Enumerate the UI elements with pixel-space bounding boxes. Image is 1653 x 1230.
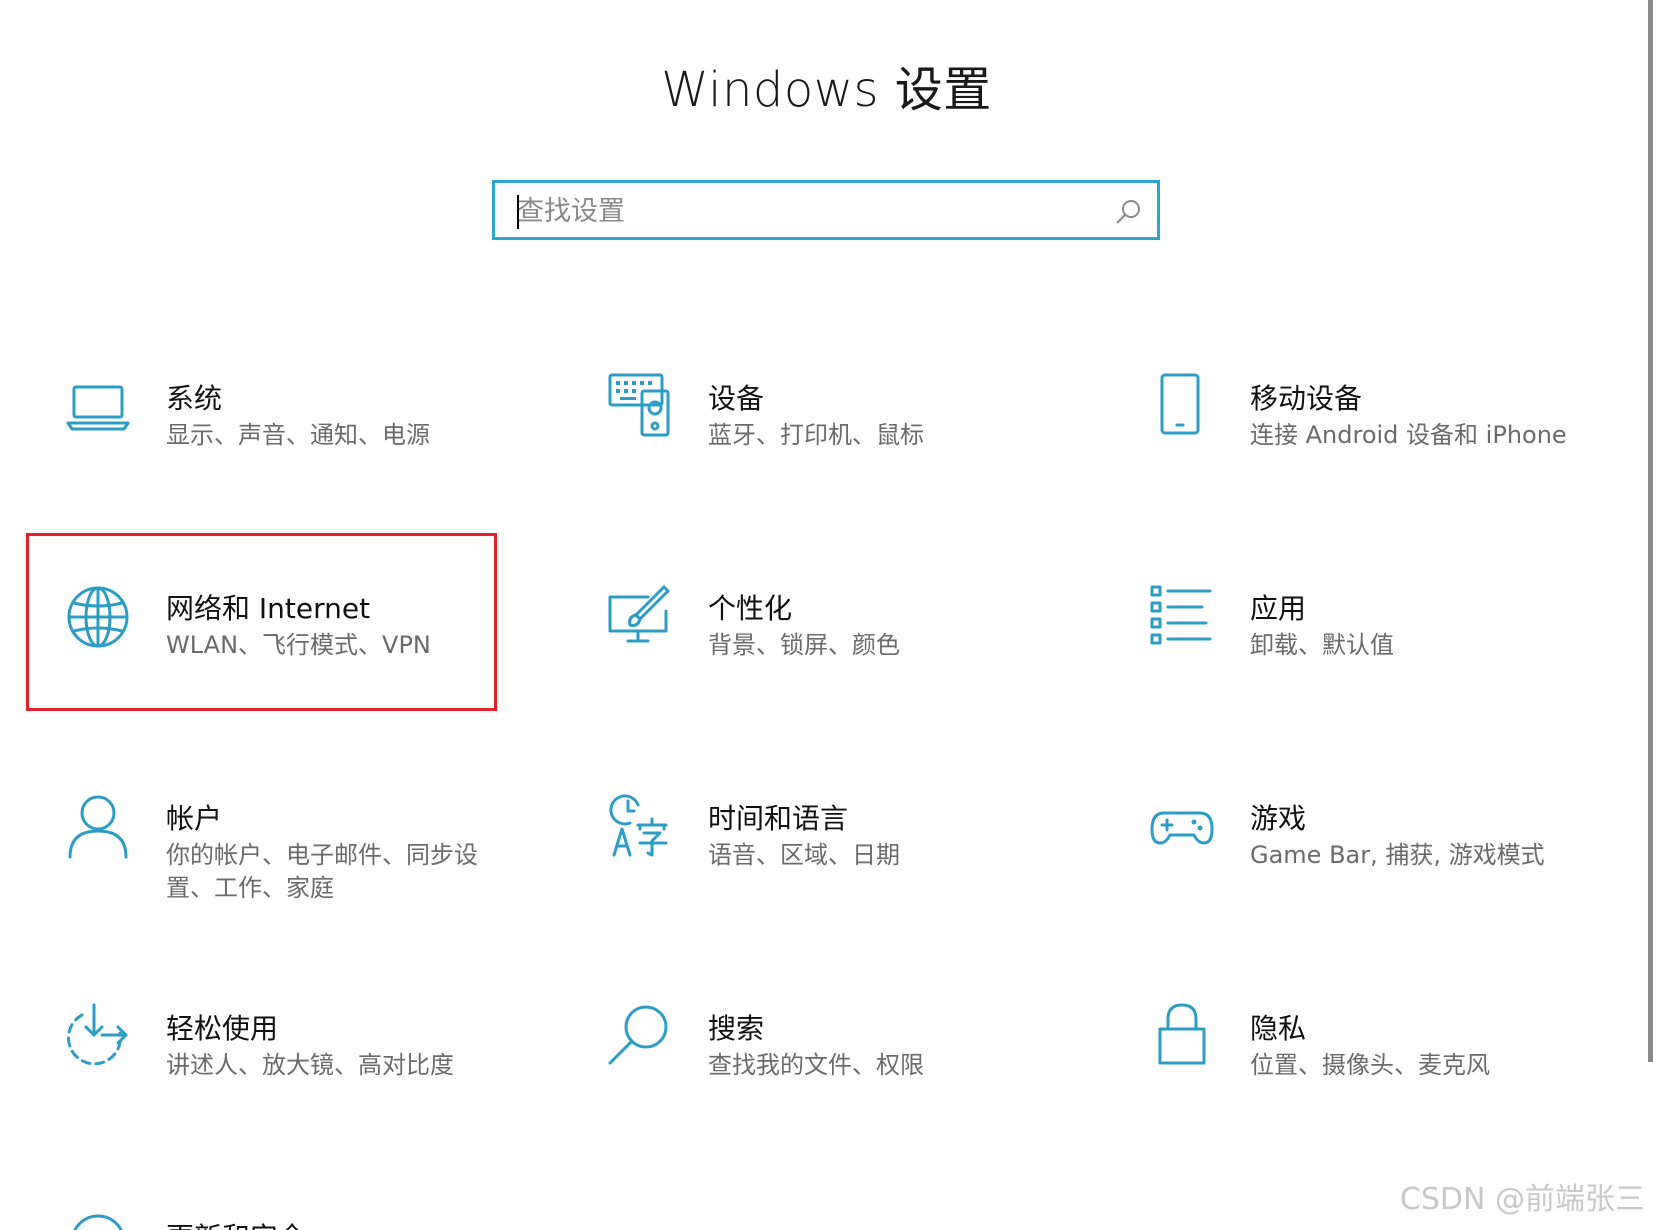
tile-gaming[interactable]: 游戏 Game Bar, 捕获, 游戏模式 [1150, 795, 1650, 945]
search-icon [608, 1005, 668, 1065]
ease-of-access-icon [67, 1003, 128, 1066]
tile-description: 位置、摄像头、麦克风 [1250, 1051, 1490, 1079]
devices-icon [608, 373, 670, 437]
search-box[interactable] [492, 180, 1160, 240]
tile-title: 设备 [708, 382, 765, 415]
globe-icon [67, 586, 129, 648]
tile-description: 蓝牙、打印机、鼠标 [708, 421, 924, 449]
tile-description: 语音、区域、日期 [708, 841, 900, 869]
tile-search[interactable]: 搜索 查找我的文件、权限 [608, 1005, 1108, 1155]
tile-privacy[interactable]: 隐私 位置、摄像头、麦克风 [1150, 1003, 1650, 1155]
laptop-icon [66, 385, 130, 431]
tile-title: 应用 [1250, 592, 1307, 625]
phone-icon [1160, 373, 1200, 435]
time-language-icon [609, 794, 668, 857]
update-icon [73, 1214, 123, 1230]
tile-title: 游戏 [1250, 802, 1307, 835]
tile-title: 移动设备 [1250, 382, 1363, 415]
tile-personalization[interactable]: 个性化 背景、锁屏、颜色 [608, 585, 1108, 735]
page-title: Windows 设置 [661, 62, 992, 118]
tile-description: 卸载、默认值 [1250, 631, 1394, 659]
text-caret [517, 195, 519, 229]
tile-time-language[interactable]: 时间和语言 语音、区域、日期 [608, 794, 1108, 945]
tile-description: 连接 Android 设备和 iPhone [1250, 421, 1567, 449]
tile-title: 轻松使用 [166, 1012, 279, 1045]
tile-description: 显示、声音、通知、电源 [166, 421, 430, 449]
tile-title: 个性化 [708, 592, 793, 625]
tile-title: 网络和 Internet [166, 592, 371, 625]
tile-phone[interactable]: 移动设备 连接 Android 设备和 iPhone [1150, 373, 1650, 525]
vertical-scrollbar[interactable] [1648, 0, 1653, 1062]
tile-title: 时间和语言 [708, 802, 849, 835]
search-input[interactable] [515, 189, 1099, 233]
tile-title: 更新和安全 [166, 1216, 306, 1230]
tile-system[interactable]: 系统 显示、声音、通知、电源 [66, 375, 566, 525]
personalization-icon [608, 585, 670, 643]
watermark: CSDN @前端张三 [1399, 1182, 1645, 1217]
tile-title: 搜索 [708, 1012, 765, 1045]
search-icon[interactable] [1113, 197, 1143, 227]
tile-description: 背景、锁屏、颜色 [708, 631, 900, 659]
tile-description: 查找我的文件、权限 [708, 1051, 924, 1079]
gamepad-icon [1150, 811, 1214, 845]
tile-network[interactable]: 网络和 Internet WLAN、飞行模式、VPN [66, 585, 566, 735]
apps-icon [1150, 585, 1212, 645]
account-icon [68, 795, 128, 859]
tile-devices[interactable]: 设备 蓝牙、打印机、鼠标 [608, 373, 1108, 525]
tile-description: 讲述人、放大镜、高对比度 [166, 1051, 454, 1079]
tile-description: WLAN、飞行模式、VPN [166, 631, 431, 659]
tile-update-security[interactable]: 更新和安全 [66, 1212, 566, 1230]
tile-ease-of-access[interactable]: 轻松使用 讲述人、放大镜、高对比度 [66, 1003, 566, 1155]
tile-title: 帐户 [166, 802, 223, 835]
tile-title: 隐私 [1250, 1012, 1307, 1045]
tile-description: 你的帐户、电子邮件、同步设置、工作、家庭 [166, 841, 478, 902]
tile-title: 系统 [166, 382, 223, 415]
tile-accounts[interactable]: 帐户 你的帐户、电子邮件、同步设置、工作、家庭 [66, 795, 566, 945]
tile-apps[interactable]: 应用 卸载、默认值 [1150, 585, 1650, 735]
lock-icon [1158, 1003, 1206, 1065]
tile-description: Game Bar, 捕获, 游戏模式 [1250, 841, 1545, 869]
